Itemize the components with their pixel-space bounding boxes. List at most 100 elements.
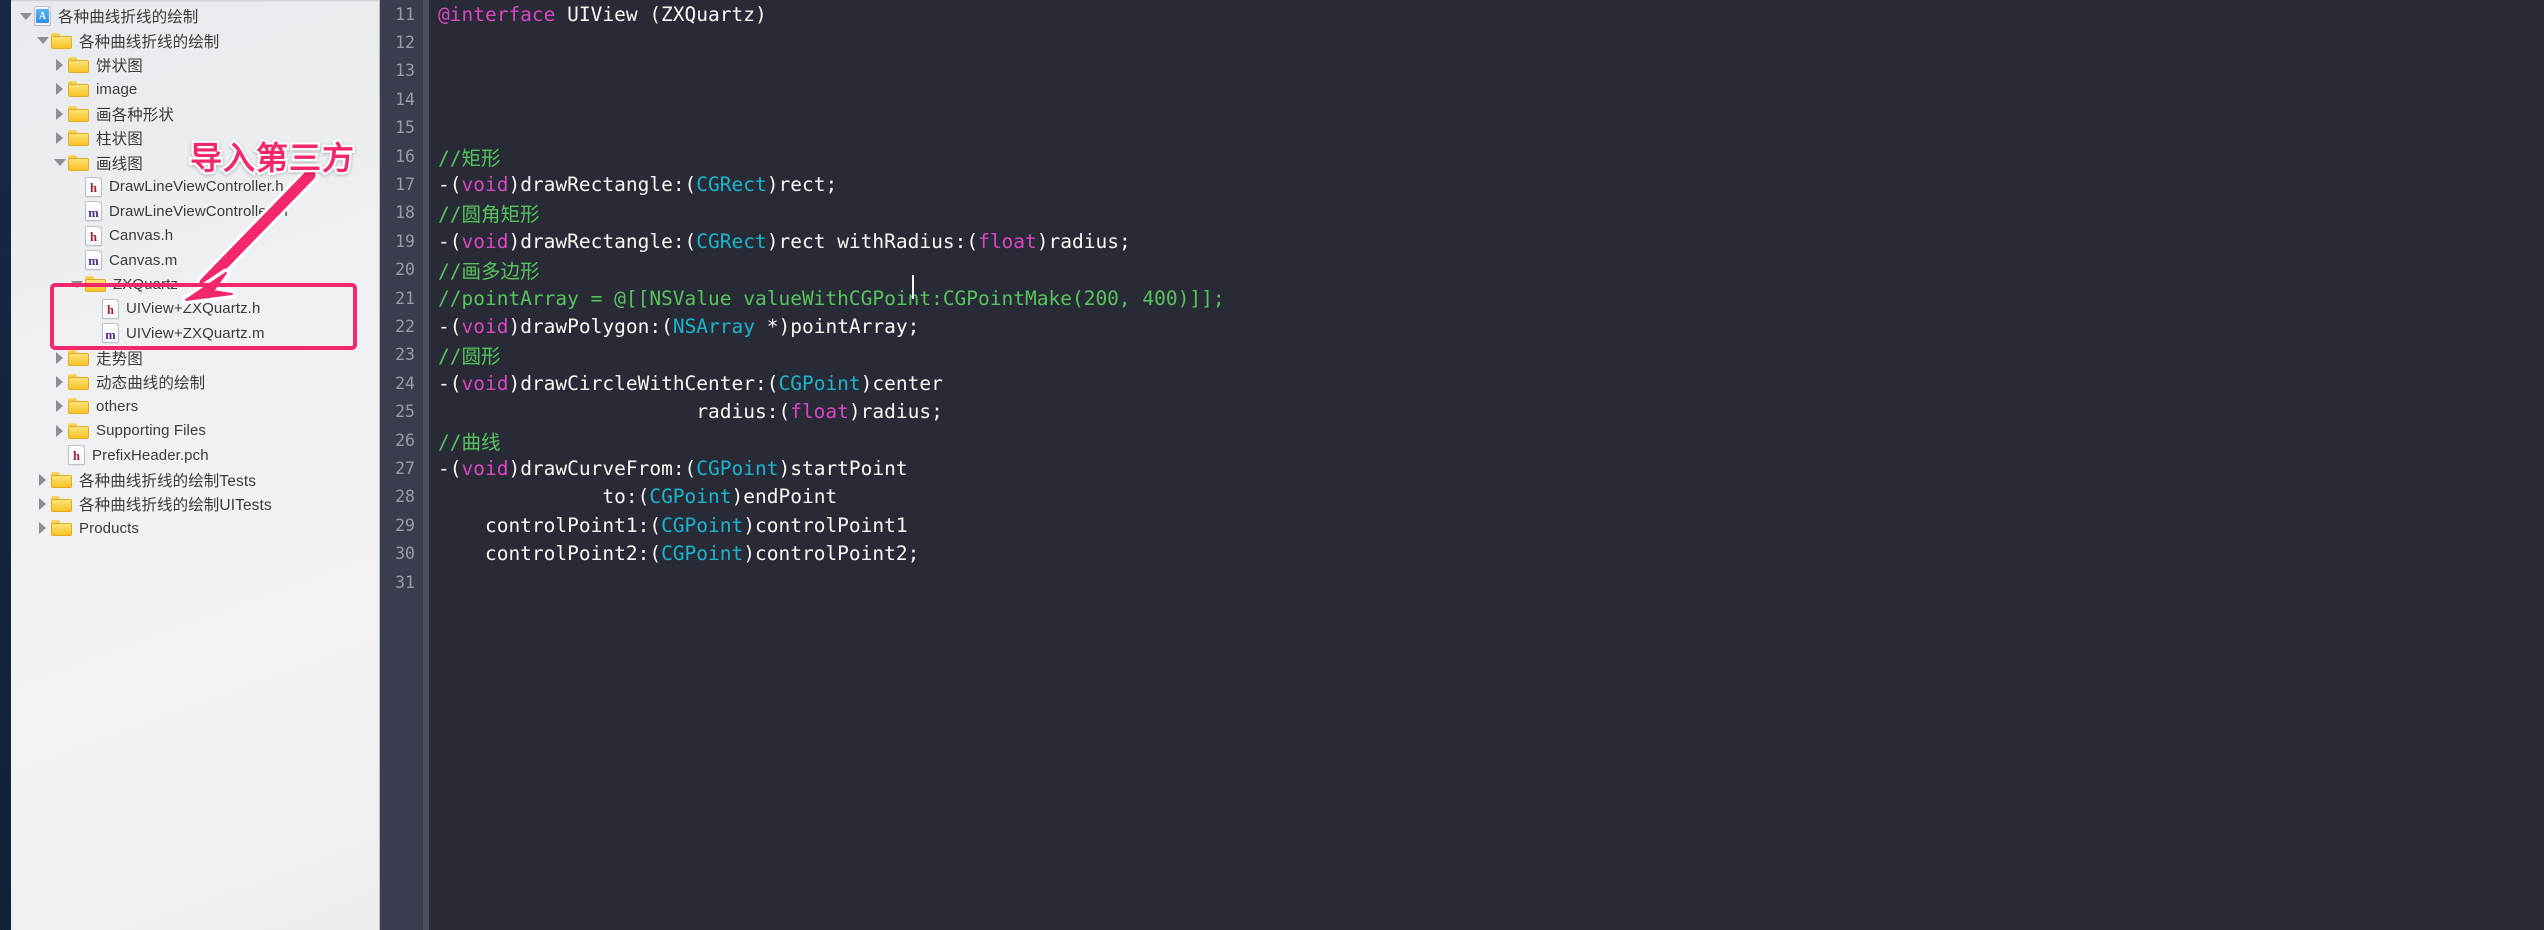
code-line[interactable]: //曲线 bbox=[438, 426, 2544, 454]
line-number: 22 bbox=[395, 316, 415, 336]
code-line[interactable]: @interface UIView (ZXQuartz) bbox=[438, 0, 2544, 28]
folder-icon bbox=[68, 56, 89, 73]
code-token: )endPoint bbox=[731, 485, 838, 509]
tree-item-label: PrefixHeader.pch bbox=[92, 446, 209, 464]
code-token: controlPoint1:( bbox=[438, 513, 662, 537]
code-content[interactable]: @interface UIView (ZXQuartz) //矩形 -(void)… bbox=[429, 0, 2544, 930]
tree-item[interactable]: 画线图 bbox=[11, 150, 379, 174]
tree-item[interactable]: others bbox=[11, 394, 379, 418]
code-line[interactable] bbox=[438, 568, 2544, 596]
chevron-down-icon[interactable] bbox=[51, 156, 68, 170]
tree-item[interactable]: h Canvas.h bbox=[11, 224, 379, 248]
code-line[interactable]: //圆角矩形 bbox=[438, 199, 2544, 227]
project-navigator-panel[interactable]: 各种曲线折线的绘制各种曲线折线的绘制饼状图image画各种形状柱状图画线图hDr… bbox=[0, 0, 380, 930]
line-number: 30 bbox=[395, 544, 415, 564]
line-number: 27 bbox=[395, 458, 415, 478]
chevron-right-icon[interactable] bbox=[34, 521, 51, 535]
tree-item-label: UIView+ZXQuartz.m bbox=[126, 324, 265, 342]
tree-item[interactable]: h DrawLineViewController.h bbox=[11, 175, 379, 199]
chevron-down-icon[interactable] bbox=[68, 277, 85, 291]
header-file-icon: h bbox=[102, 298, 119, 319]
folder-icon bbox=[68, 374, 89, 391]
code-line[interactable]: controlPoint1:(CGPoint)controlPoint1 bbox=[438, 511, 2544, 539]
code-line[interactable]: -(void)drawCircleWithCenter:(CGPoint)cen… bbox=[438, 369, 2544, 397]
code-line[interactable] bbox=[438, 85, 2544, 113]
chevron-right-icon[interactable] bbox=[51, 351, 68, 365]
tree-item[interactable]: h PrefixHeader.pch bbox=[11, 443, 379, 467]
code-token: NSArray bbox=[672, 314, 756, 338]
code-line[interactable]: controlPoint2:(CGPoint)controlPoint2; bbox=[438, 539, 2544, 567]
line-number: 26 bbox=[395, 430, 415, 450]
file-tree[interactable]: 各种曲线折线的绘制各种曲线折线的绘制饼状图image画各种形状柱状图画线图hDr… bbox=[11, 4, 379, 541]
code-line[interactable] bbox=[438, 57, 2544, 85]
tree-item[interactable]: Supporting Files bbox=[11, 419, 379, 443]
code-line[interactable]: //画多边形 bbox=[438, 256, 2544, 284]
code-line[interactable] bbox=[438, 114, 2544, 142]
chevron-right-icon[interactable] bbox=[34, 497, 51, 511]
chevron-down-icon[interactable] bbox=[17, 9, 34, 23]
chevron-right-icon[interactable] bbox=[51, 82, 68, 96]
line-number: 20 bbox=[395, 260, 415, 280]
code-token: CGPoint bbox=[778, 371, 861, 395]
code-token: CGRect bbox=[696, 173, 767, 197]
tree-item[interactable]: m DrawLineViewController.m bbox=[11, 199, 379, 223]
tree-item[interactable]: 各种曲线折线的绘制Tests bbox=[11, 467, 379, 491]
chevron-right-icon[interactable] bbox=[34, 473, 51, 487]
code-line[interactable]: -(void)drawRectangle:(CGRect)rect withRa… bbox=[438, 227, 2544, 255]
code-token: )drawRectangle:( bbox=[508, 173, 697, 197]
line-number: 29 bbox=[395, 515, 415, 535]
chevron-right-icon[interactable] bbox=[51, 58, 68, 72]
tree-item[interactable]: 柱状图 bbox=[11, 126, 379, 150]
code-line[interactable]: //圆形 bbox=[438, 341, 2544, 369]
code-line[interactable]: //pointArray = @[[NSValue valueWithCGPoi… bbox=[438, 284, 2544, 312]
tree-item[interactable]: 走势图 bbox=[11, 345, 379, 369]
tree-item[interactable]: h UIView+ZXQuartz.h bbox=[11, 297, 379, 321]
code-token: void bbox=[461, 229, 509, 253]
source-file-icon: m bbox=[102, 323, 119, 344]
tree-item[interactable]: Products bbox=[11, 516, 379, 540]
code-token: void bbox=[461, 173, 509, 197]
tree-item[interactable]: m Canvas.m bbox=[11, 248, 379, 272]
code-token: )radius; bbox=[1036, 229, 1131, 253]
code-line[interactable]: radius:(float)radius; bbox=[438, 397, 2544, 425]
code-line[interactable]: to:(CGPoint)endPoint bbox=[438, 483, 2544, 511]
code-line[interactable]: //矩形 bbox=[438, 142, 2544, 170]
chevron-right-icon[interactable] bbox=[51, 399, 68, 413]
tree-item[interactable]: ZXQuartz bbox=[11, 272, 379, 296]
tree-item-label: UIView+ZXQuartz.h bbox=[126, 300, 261, 318]
tree-item[interactable]: 各种曲线折线的绘制 bbox=[11, 28, 379, 52]
tree-item[interactable]: 动态曲线的绘制 bbox=[11, 370, 379, 394]
tree-item[interactable]: 饼状图 bbox=[11, 53, 379, 77]
line-number: 18 bbox=[395, 203, 415, 223]
line-number: 17 bbox=[395, 175, 415, 195]
code-line[interactable]: -(void)drawPolygon:(NSArray *)pointArray… bbox=[438, 312, 2544, 340]
chevron-right-icon[interactable] bbox=[51, 424, 68, 438]
tree-item[interactable]: image bbox=[11, 77, 379, 101]
tree-item-label: DrawLineViewController.h bbox=[109, 178, 284, 196]
chevron-right-icon[interactable] bbox=[51, 375, 68, 389]
navigator-top-divider bbox=[11, 0, 379, 2]
tree-item[interactable]: 各种曲线折线的绘制 bbox=[11, 4, 379, 28]
chevron-right-icon[interactable] bbox=[51, 107, 68, 121]
tree-item[interactable]: m UIView+ZXQuartz.m bbox=[11, 321, 379, 345]
folder-icon bbox=[85, 276, 106, 293]
code-token: UIView (ZXQuartz) bbox=[567, 2, 767, 26]
code-line[interactable] bbox=[438, 28, 2544, 56]
code-line[interactable]: -(void)drawRectangle:(CGRect)rect; bbox=[438, 170, 2544, 198]
line-number: 11 bbox=[395, 4, 415, 24]
code-token: )center bbox=[860, 371, 943, 395]
line-number: 19 bbox=[395, 231, 415, 251]
chevron-right-icon[interactable] bbox=[51, 131, 68, 145]
tree-item-label: others bbox=[96, 397, 139, 415]
tree-item[interactable]: 各种曲线折线的绘制UITests bbox=[11, 492, 379, 516]
tree-item[interactable]: 画各种形状 bbox=[11, 102, 379, 126]
chevron-down-icon[interactable] bbox=[34, 34, 51, 48]
tree-item-label: 各种曲线折线的绘制 bbox=[79, 33, 220, 51]
code-editor[interactable]: 11 12 13 14 15 16 17 18 19 20 21 22 23 24 25 26 27 28 29 30… bbox=[380, 0, 2544, 930]
code-line[interactable]: -(void)drawCurveFrom:(CGPoint)startPoint bbox=[438, 454, 2544, 482]
line-number: 28 bbox=[395, 487, 415, 507]
